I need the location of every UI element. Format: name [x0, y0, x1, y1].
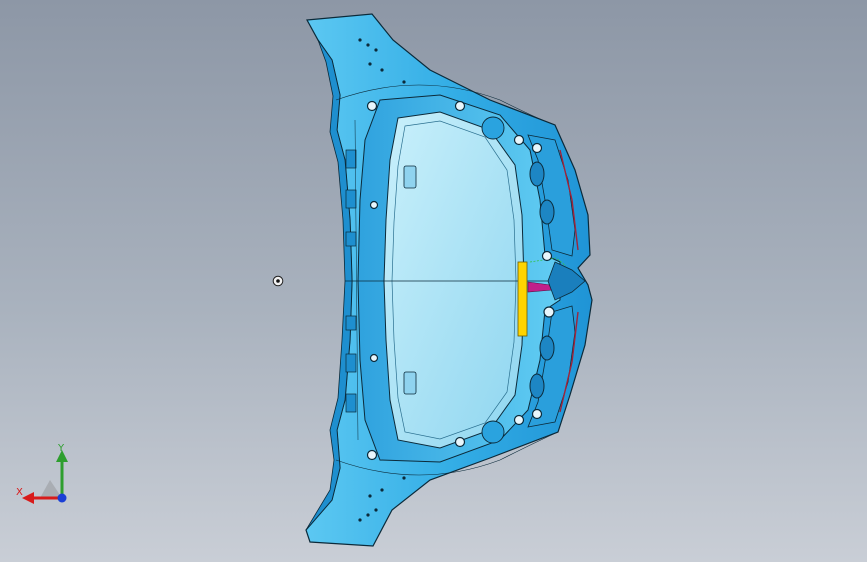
hood-slot [529, 161, 545, 187]
triad-y-label: Y [58, 443, 65, 454]
hood-slot [539, 335, 555, 361]
rotation-center-icon[interactable] [272, 275, 284, 287]
hood-left-pocket [403, 371, 417, 395]
hood-left-pocket [403, 165, 417, 189]
triad-z-axis [57, 493, 67, 503]
hood-hinge-boss [481, 116, 505, 140]
latch-bracket [517, 261, 528, 337]
hood-model[interactable] [0, 0, 867, 562]
3d-viewport[interactable]: X Y [0, 0, 867, 562]
coordinate-triad [22, 450, 68, 504]
triad-x-arrow [22, 492, 34, 504]
triad-x-label: X [16, 487, 23, 498]
hood-slot [529, 373, 545, 399]
hood-hinge-boss [481, 420, 505, 444]
hood-slot [539, 199, 555, 225]
